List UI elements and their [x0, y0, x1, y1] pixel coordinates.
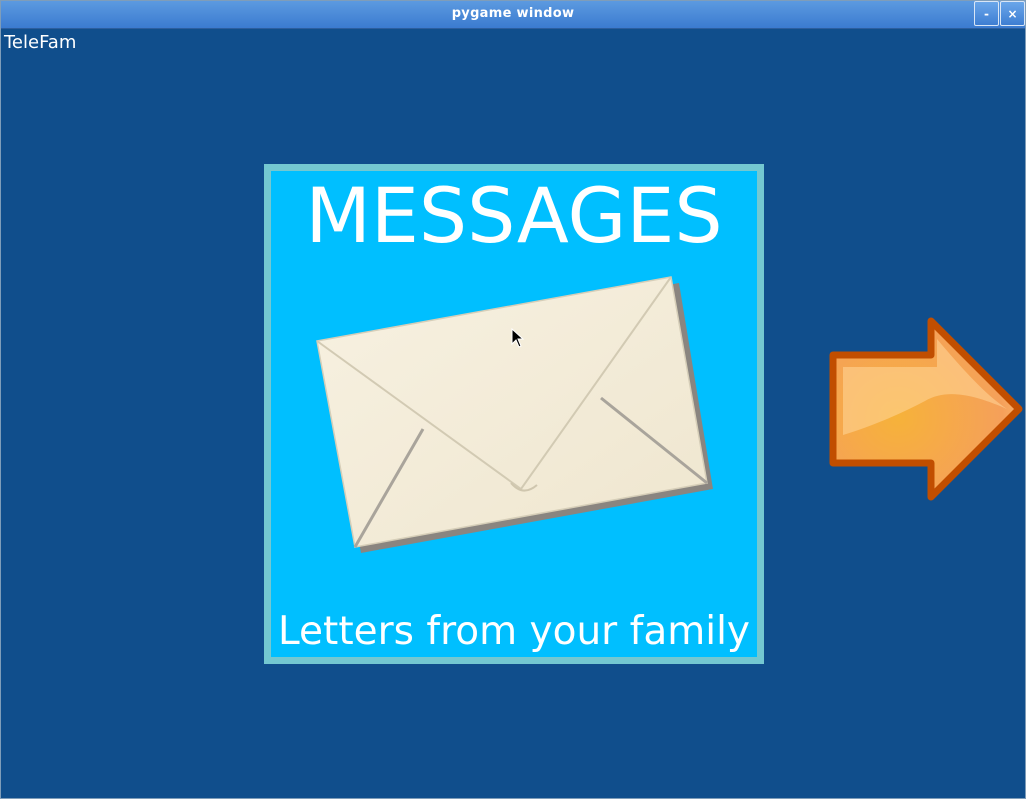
mouse-cursor-icon — [511, 328, 525, 348]
window-titlebar[interactable]: pygame window - × — [1, 1, 1025, 29]
arrow-right-icon[interactable] — [829, 317, 1025, 501]
close-button[interactable]: × — [1000, 1, 1025, 26]
messages-tile[interactable]: MESSAGES Letters from your family — [264, 164, 764, 664]
envelope-icon — [316, 276, 713, 553]
messages-title: MESSAGES — [305, 171, 723, 260]
minimize-button[interactable]: - — [974, 1, 999, 26]
messages-subtitle: Letters from your family — [278, 609, 750, 654]
pygame-window: pygame window - × TeleFam MESSAGES Lette… — [0, 0, 1026, 799]
window-title: pygame window — [451, 6, 575, 21]
app-name-label: TeleFam — [4, 32, 77, 53]
